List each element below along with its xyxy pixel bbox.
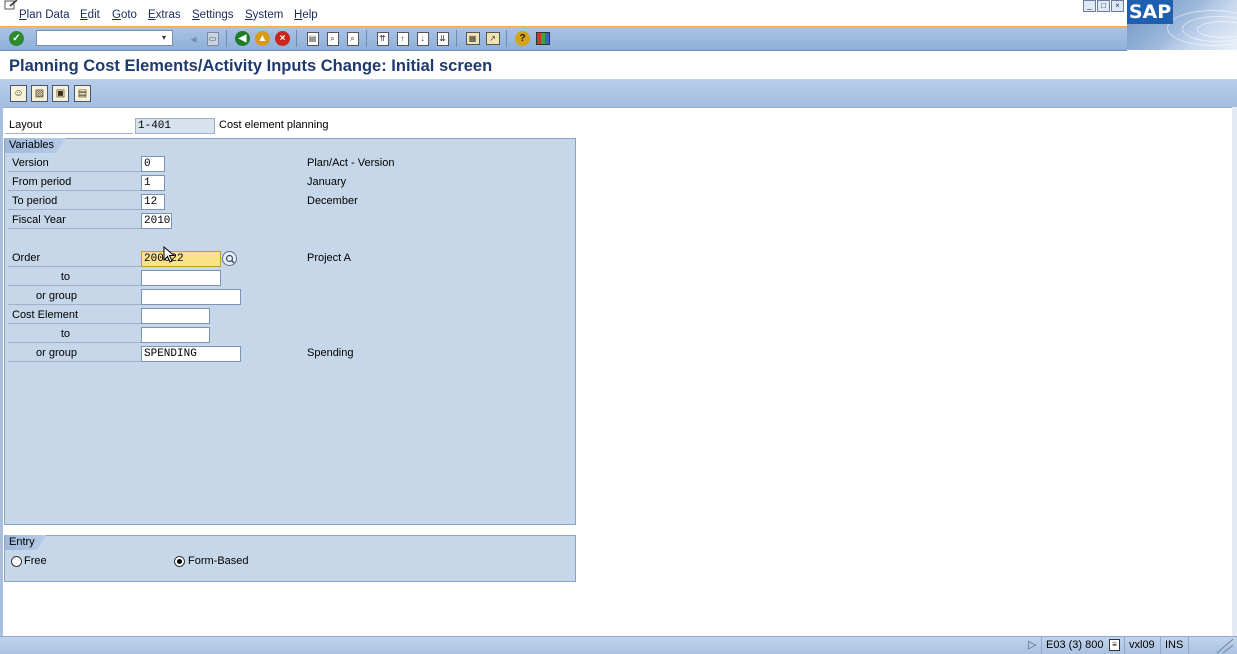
cancel-icon[interactable]: × [274, 30, 291, 47]
cost-element-to-label: to [60, 328, 70, 340]
free-radio[interactable] [11, 556, 22, 567]
system-info-list-icon[interactable]: ≡ [1109, 639, 1120, 651]
order-to-label: to [60, 271, 70, 283]
close-window-icon[interactable]: × [1111, 0, 1124, 12]
customize-layout-icon[interactable] [534, 30, 551, 47]
find-icon[interactable]: ⌕ [324, 30, 341, 47]
menu-edit[interactable]: Edit [80, 9, 100, 21]
search-help-icon[interactable] [221, 250, 238, 267]
to-period-label: To period [8, 193, 141, 210]
next-page-icon[interactable]: ↓ [414, 30, 431, 47]
menu-goto[interactable]: Goto [112, 9, 137, 21]
to-period-field[interactable]: 12 [141, 194, 165, 210]
from-period-description: January [307, 176, 347, 188]
enter-check-icon[interactable]: ✓ [8, 30, 25, 47]
order-group-field[interactable] [141, 289, 241, 305]
insert-mode: INS [1160, 637, 1188, 654]
menu-plan-data[interactable]: Plan Data [19, 9, 70, 21]
cost-element-group-field[interactable]: SPENDING [141, 346, 241, 362]
menu-system[interactable]: System [245, 9, 283, 21]
status-bar: ▷ E03 (3) 800 ≡ vxl09 INS [0, 636, 1237, 654]
version-field[interactable]: 0 [141, 156, 165, 172]
menu-settings[interactable]: Settings [192, 9, 234, 21]
maximize-icon[interactable]: □ [1097, 0, 1110, 12]
menu-extras[interactable]: Extras [148, 9, 181, 21]
order-description: Project A [307, 252, 352, 264]
right-border [1232, 107, 1237, 637]
minimize-icon[interactable]: _ [1083, 0, 1096, 12]
title-bar: Planning Cost Elements/Activity Inputs C… [0, 51, 1237, 80]
version-description: Plan/Act - Version [307, 157, 395, 169]
cost-element-group-description: Spending [307, 347, 354, 359]
planner-profile-icon[interactable]: ☺ [10, 85, 27, 102]
create-session-icon[interactable]: ▦ [464, 30, 481, 47]
fiscal-year-label: Fiscal Year [8, 212, 141, 229]
entry-group [4, 535, 576, 582]
shortcut-icon[interactable]: ↗ [484, 30, 501, 47]
cost-element-label: Cost Element [8, 307, 141, 324]
layout-document-icon[interactable]: ▤ [74, 85, 91, 102]
mouse-cursor-icon [163, 246, 175, 263]
save-icon[interactable]: ▭ [204, 30, 221, 47]
resize-grip-icon[interactable] [1213, 637, 1235, 654]
command-dropdown-icon[interactable]: ▾ [162, 33, 170, 43]
previous-page-icon[interactable]: ↑ [394, 30, 411, 47]
print-icon[interactable]: ▤ [304, 30, 321, 47]
cost-element-field[interactable] [141, 308, 210, 324]
from-period-field[interactable]: 1 [141, 175, 165, 191]
server-name: vxl09 [1124, 637, 1160, 654]
free-radio-label: Free [24, 555, 47, 567]
version-label: Version [8, 155, 141, 172]
menu-bar: Plan Data Edit Goto Extras Settings Syst… [0, 0, 1237, 28]
period-screen-icon[interactable]: ▣ [52, 85, 69, 102]
from-period-label: From period [8, 174, 141, 191]
order-to-field[interactable] [141, 270, 221, 286]
expand-arrow-icon[interactable]: ◂ [185, 30, 202, 47]
command-field[interactable]: ▾ [36, 30, 173, 46]
page-title: Planning Cost Elements/Activity Inputs C… [9, 57, 493, 75]
find-next-icon[interactable]: ⌕ [344, 30, 361, 47]
layout-description: Cost element planning [219, 119, 329, 131]
cost-element-group-label: or group [36, 347, 77, 359]
last-page-icon[interactable]: ⇊ [434, 30, 451, 47]
to-period-description: December [307, 195, 358, 207]
sap-logo: SAP [1127, 0, 1237, 50]
form-based-radio-label: Form-Based [188, 555, 249, 567]
order-field[interactable]: 200022 [141, 251, 221, 267]
order-group-label: or group [36, 290, 77, 302]
cost-element-to-field[interactable] [141, 327, 210, 343]
sap-logo-text: SAP [1127, 0, 1173, 24]
first-page-icon[interactable]: ⇈ [374, 30, 391, 47]
layout-label: Layout [5, 117, 133, 134]
order-label: Order [8, 250, 141, 267]
menu-help[interactable]: Help [294, 9, 318, 21]
system-info: E03 (3) 800 [1041, 637, 1109, 654]
window-menu-icon[interactable] [4, 0, 18, 10]
help-icon[interactable]: ? [514, 30, 531, 47]
application-toolbar: ☺ ▨ ▣ ▤ [0, 80, 1237, 108]
fiscal-year-field[interactable]: 2010 [141, 213, 172, 229]
back-icon[interactable]: ◀ [234, 30, 251, 47]
overview-screen-icon[interactable]: ▨ [31, 85, 48, 102]
status-expand-icon[interactable]: ▷ [1028, 637, 1036, 654]
variables-group-title: Variables [5, 138, 66, 153]
left-border [0, 107, 3, 637]
exit-icon[interactable]: ▲ [254, 30, 271, 47]
layout-field: 1-401 [135, 118, 215, 134]
form-based-radio[interactable] [174, 556, 185, 567]
